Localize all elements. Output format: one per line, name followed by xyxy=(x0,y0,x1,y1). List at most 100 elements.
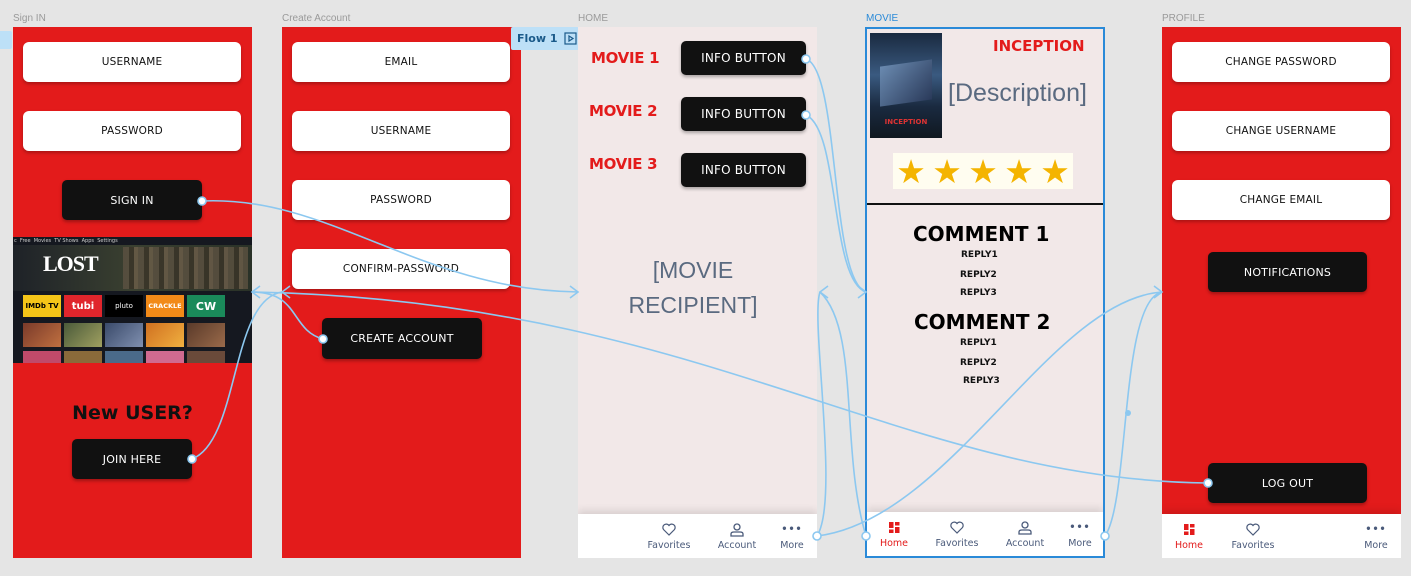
flow-start-icon[interactable] xyxy=(0,31,12,49)
password-field[interactable]: PASSWORD xyxy=(292,180,510,220)
nav-more-label: More xyxy=(1364,539,1388,551)
play-icon xyxy=(563,32,577,45)
username-field[interactable]: USERNAME xyxy=(23,42,241,82)
star-icon: ★ xyxy=(968,151,998,191)
nav-home-label: Home xyxy=(879,537,909,549)
nav-favorites[interactable]: Favorites xyxy=(1223,514,1283,558)
poster-thumb[interactable] xyxy=(187,351,225,363)
movie-2-title: MOVIE 2 xyxy=(589,102,658,120)
poster-row-2 xyxy=(23,351,225,363)
comment-2-reply-1: REPLY1 xyxy=(960,338,997,348)
poster-art xyxy=(880,59,932,107)
create-account-button[interactable]: CREATE ACCOUNT xyxy=(322,318,482,359)
nav-more[interactable]: ••• More xyxy=(1050,512,1103,556)
poster-title: INCEPTION xyxy=(884,118,928,126)
streaming-banner: c Free Movies TV Shows Apps Settings LOS… xyxy=(13,237,252,363)
profile-bottom-nav: Home Favorites ••• More xyxy=(1162,514,1401,558)
confirm-password-field[interactable]: CONFIRM-PASSWORD xyxy=(292,249,510,289)
poster-thumb[interactable] xyxy=(64,351,102,363)
email-field[interactable]: EMAIL xyxy=(292,42,510,82)
star-icon: ★ xyxy=(1004,151,1034,191)
tubi-tile[interactable]: tubi xyxy=(64,295,102,317)
movie-bottom-nav: Home Favorites Account ••• More xyxy=(867,512,1103,556)
password-field[interactable]: PASSWORD xyxy=(23,111,241,151)
movie-3-title: MOVIE 3 xyxy=(589,155,658,173)
connector-movie-more-to-profile[interactable] xyxy=(1104,291,1163,537)
nav-home[interactable]: Home xyxy=(867,512,924,556)
notifications-button[interactable]: NOTIFICATIONS xyxy=(1208,252,1367,292)
movie-3-info-button[interactable]: INFO BUTTON xyxy=(681,153,806,187)
poster-thumb[interactable] xyxy=(23,323,61,347)
poster-thumb[interactable] xyxy=(146,351,184,363)
rating-stars: ★ ★ ★ ★ ★ xyxy=(893,153,1073,189)
frame-label-movie[interactable]: MOVIE xyxy=(866,13,898,24)
nav-favorites[interactable]: Favorites xyxy=(927,512,987,556)
nav-more[interactable]: ••• More xyxy=(762,514,817,558)
new-user-heading: New USER? xyxy=(72,402,193,424)
nav-favorites-label: Favorites xyxy=(935,537,979,549)
star-icon: ★ xyxy=(932,151,962,191)
comment-2-reply-3: REPLY3 xyxy=(963,376,1000,386)
nav-home-label: Home xyxy=(1174,539,1204,551)
movie-frame[interactable]: INCEPTION INCEPTION [Description] ★ ★ ★ … xyxy=(865,27,1105,558)
comment-1-reply-3: REPLY3 xyxy=(960,288,997,298)
banner-people xyxy=(123,247,248,289)
pluto-tile[interactable]: pluto xyxy=(105,295,143,317)
home-frame: MOVIE 1 INFO BUTTON MOVIE 2 INFO BUTTON … xyxy=(578,27,817,558)
movie-title: INCEPTION xyxy=(993,37,1085,55)
heart-icon xyxy=(950,520,964,536)
home-bottom-nav: Favorites Account ••• More xyxy=(578,514,817,558)
change-username-button[interactable]: CHANGE USERNAME xyxy=(1172,111,1390,151)
nav-home[interactable]: Home xyxy=(1162,514,1219,558)
movie-poster: INCEPTION xyxy=(870,33,942,138)
poster-thumb[interactable] xyxy=(64,323,102,347)
crackle-tile[interactable]: CRACKLE xyxy=(146,295,184,317)
poster-thumb[interactable] xyxy=(105,351,143,363)
movie-description: [Description] xyxy=(948,79,1087,107)
signin-button[interactable]: SIGN IN xyxy=(62,180,202,220)
poster-thumb[interactable] xyxy=(187,323,225,347)
home-icon xyxy=(888,520,900,536)
heart-icon xyxy=(1246,522,1260,538)
username-field[interactable]: USERNAME xyxy=(292,111,510,151)
arrowhead-profile xyxy=(1153,285,1164,299)
comment-2-reply-2: REPLY2 xyxy=(960,358,997,368)
arrowhead-signin xyxy=(250,285,261,299)
movie-1-info-button[interactable]: INFO BUTTON xyxy=(681,41,806,75)
nav-more[interactable]: ••• More xyxy=(1346,514,1401,558)
nav-more-label: More xyxy=(780,539,804,551)
logout-button[interactable]: LOG OUT xyxy=(1208,463,1367,503)
connector-midpoint[interactable] xyxy=(1125,410,1131,416)
create-account-frame: EMAIL USERNAME PASSWORD CONFIRM-PASSWORD… xyxy=(282,27,521,558)
more-icon: ••• xyxy=(781,524,803,535)
change-email-button[interactable]: CHANGE EMAIL xyxy=(1172,180,1390,220)
more-icon: ••• xyxy=(1365,524,1387,535)
nav-favorites-label: Favorites xyxy=(647,539,691,551)
nav-account[interactable]: Account xyxy=(995,512,1055,556)
connector-movie-home-to-home[interactable] xyxy=(819,291,867,537)
change-password-button[interactable]: CHANGE PASSWORD xyxy=(1172,42,1390,82)
join-here-button[interactable]: JOIN HERE xyxy=(72,439,192,479)
user-icon xyxy=(729,522,745,538)
comment-1-reply-2: REPLY2 xyxy=(960,270,997,280)
user-icon xyxy=(1017,520,1033,536)
poster-row xyxy=(23,323,225,347)
nav-favorites[interactable]: Favorites xyxy=(639,514,699,558)
flow-tag[interactable]: Flow 1 xyxy=(511,27,579,50)
home-icon xyxy=(1183,522,1195,538)
star-icon: ★ xyxy=(1040,151,1070,191)
movie-1-title: MOVIE 1 xyxy=(591,49,660,67)
movie-2-info-button[interactable]: INFO BUTTON xyxy=(681,97,806,131)
cw-tile[interactable]: CW xyxy=(187,295,225,317)
nav-more-label: More xyxy=(1068,537,1092,549)
poster-thumb[interactable] xyxy=(105,323,143,347)
profile-frame: CHANGE PASSWORD CHANGE USERNAME CHANGE E… xyxy=(1162,27,1401,558)
nav-account[interactable]: Account xyxy=(707,514,767,558)
arrowhead-home xyxy=(569,285,580,299)
poster-thumb[interactable] xyxy=(23,351,61,363)
comment-2-title: COMMENT 2 xyxy=(914,310,1051,334)
poster-thumb[interactable] xyxy=(146,323,184,347)
connector-more-to-movie[interactable] xyxy=(816,291,827,537)
imdb-tile[interactable]: IMDb TV xyxy=(23,295,61,317)
movie-recipient-placeholder: [MOVIE RECIPIENT] xyxy=(628,257,758,318)
